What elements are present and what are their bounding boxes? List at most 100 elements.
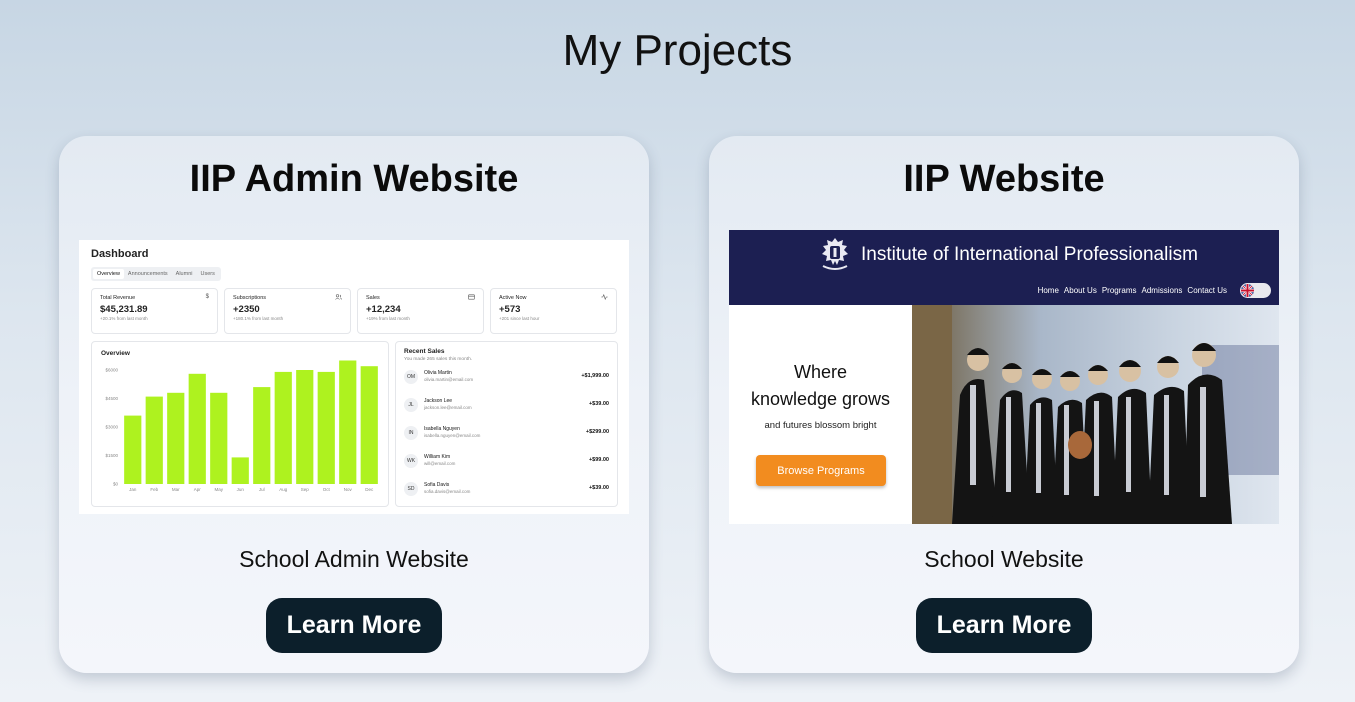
x-tick-label: Dec (365, 487, 374, 492)
nav-admissions[interactable]: Admissions (1142, 286, 1183, 295)
stat-card-active: Active Now +573 +201 since last hour (490, 288, 617, 334)
bar-aug (274, 371, 292, 484)
project-card-admin: IIP Admin Website Dashboard Overview Ann… (59, 136, 649, 673)
y-tick-label: $0 (113, 482, 119, 487)
y-tick-label: $1500 (105, 453, 118, 458)
stat-sub: +19% from last month (366, 316, 410, 321)
y-tick-label: $4500 (105, 396, 118, 401)
graduates-photo (912, 305, 1279, 524)
tab-users: Users (200, 271, 215, 277)
stat-sub: +201 since last hour (499, 316, 540, 321)
stat-sub: +180.1% from last month (233, 316, 284, 321)
page-title: My Projects (562, 26, 793, 75)
recent-sales-title: Recent Sales (404, 348, 445, 355)
dollar-icon: $ (205, 294, 209, 300)
sale-amount: +$99.00 (588, 457, 609, 463)
overview-panel: Overview $6000 $4500 $3000 $1500 $0 Jan Feb Mar… (91, 341, 389, 507)
stat-label: Active Now (499, 295, 527, 301)
bar-jun (231, 457, 249, 484)
bar-jan (124, 415, 142, 484)
x-tick-label: Feb (150, 487, 158, 492)
nav-about-us[interactable]: About Us (1064, 286, 1097, 295)
stat-label: Subscriptions (233, 295, 267, 301)
nav-home[interactable]: Home (1038, 286, 1059, 295)
learn-more-button[interactable]: Learn More (916, 598, 1092, 653)
bar-dec (360, 366, 378, 484)
sale-amount: +$1,999.00 (581, 373, 609, 379)
nav-programs[interactable]: Programs (1102, 286, 1137, 295)
customer-avatar: SD (404, 482, 418, 496)
x-tick-label: Mar (172, 487, 180, 492)
customer-avatar: JL (404, 398, 418, 412)
y-tick-label: $6000 (105, 368, 118, 373)
hero-line-1: Where (793, 362, 847, 382)
customer-avatar: WK (404, 454, 418, 468)
bar-apr (188, 373, 206, 484)
bar-sep (296, 370, 314, 484)
school-header: Institute of International Professionali… (729, 230, 1279, 305)
bar-jul (253, 387, 271, 484)
bar-oct (317, 371, 335, 484)
sale-amount: +$39.00 (588, 401, 609, 407)
customer-avatar: IN (404, 426, 418, 440)
project-title: IIP Admin Website (189, 158, 519, 200)
school-name: Institute of International Professionali… (861, 244, 1198, 265)
x-tick-label: Jul (259, 487, 265, 492)
stat-value: +12,234 (366, 304, 401, 315)
stat-label: Sales (366, 295, 380, 301)
browse-programs-button[interactable]: Browse Programs (756, 455, 886, 486)
school-nav: Home About Us Programs Admissions Contac… (1038, 286, 1227, 295)
customer-email: jackson.lee@email.com (424, 405, 472, 410)
project-subtitle: School Admin Website (239, 546, 469, 572)
x-tick-label: Oct (323, 487, 331, 492)
admin-dashboard-preview[interactable]: Dashboard Overview Announcements Alumni … (79, 240, 629, 514)
tab-announcements: Announcements (127, 271, 168, 277)
stat-card-subscriptions: Subscriptions +2350 +180.1% from last mo… (224, 288, 351, 334)
learn-more-button[interactable]: Learn More (266, 598, 442, 653)
tab-overview: Overview (93, 269, 124, 279)
stat-label: Total Revenue (100, 295, 136, 301)
x-tick-label: Jun (237, 487, 245, 492)
dashboard-heading: Dashboard (91, 248, 149, 260)
x-tick-label: Nov (344, 487, 353, 492)
hero-text-panel: Where knowledge grows and futures blosso… (729, 305, 912, 524)
activity-icon (601, 293, 608, 302)
overview-bar-chart: $6000 $4500 $3000 $1500 $0 Jan Feb Mar Apr May Jun… (105, 360, 378, 492)
x-tick-label: Sep (301, 487, 310, 492)
sale-row: JL Jackson Lee jackson.lee@email.com +$39.0… (404, 393, 609, 419)
customer-email: will@email.com (424, 461, 456, 466)
crest-icon (815, 236, 855, 279)
bar-may (210, 392, 228, 484)
sale-amount: +$299.00 (585, 429, 609, 435)
customer-name: William Kim (424, 454, 451, 460)
bar-feb (145, 396, 163, 484)
sale-amount: +$39.00 (588, 485, 609, 491)
sale-row: SD Sofia Davis sofia.davis@email.com +$39.0… (404, 477, 609, 503)
recent-sales-subtitle: You made 265 sales this month. (404, 357, 473, 362)
customer-email: olivia.martin@email.com (424, 377, 474, 382)
uk-flag-icon (1241, 284, 1254, 297)
tab-alumni: Alumni (175, 271, 193, 277)
stat-sub: +20.1% from last month (100, 316, 148, 321)
customer-avatar: OM (404, 370, 418, 384)
stat-value: +2350 (233, 304, 260, 315)
dashboard-tabs: Overview Announcements Alumni Users (91, 267, 221, 281)
recent-sales-panel: Recent Sales You made 265 sales this mon… (395, 341, 618, 507)
x-tick-label: May (214, 487, 223, 492)
hero-heading: Where knowledge grows (729, 359, 912, 413)
customer-name: Sofia Davis (424, 482, 450, 488)
stat-value: $45,231.89 (100, 304, 148, 315)
project-title: IIP Website (903, 158, 1105, 200)
project-subtitle: School Website (924, 546, 1084, 572)
sale-row: OM Olivia Martin olivia.martin@email.com +$… (404, 365, 609, 391)
bar-nov (339, 360, 357, 484)
customer-name: Jackson Lee (424, 398, 453, 404)
sale-row: IN Isabella Nguyen isabella.nguyen@email.c… (404, 421, 609, 447)
customer-email: isabella.nguyen@email.com (424, 433, 481, 438)
customer-email: sofia.davis@email.com (424, 489, 471, 494)
nav-contact-us[interactable]: Contact Us (1187, 286, 1227, 295)
language-toggle[interactable] (1240, 283, 1271, 298)
y-tick-label: $3000 (105, 425, 118, 430)
school-website-preview[interactable]: Institute of International Professionali… (729, 230, 1279, 524)
sales-list: OM Olivia Martin olivia.martin@email.com +$… (404, 365, 609, 503)
